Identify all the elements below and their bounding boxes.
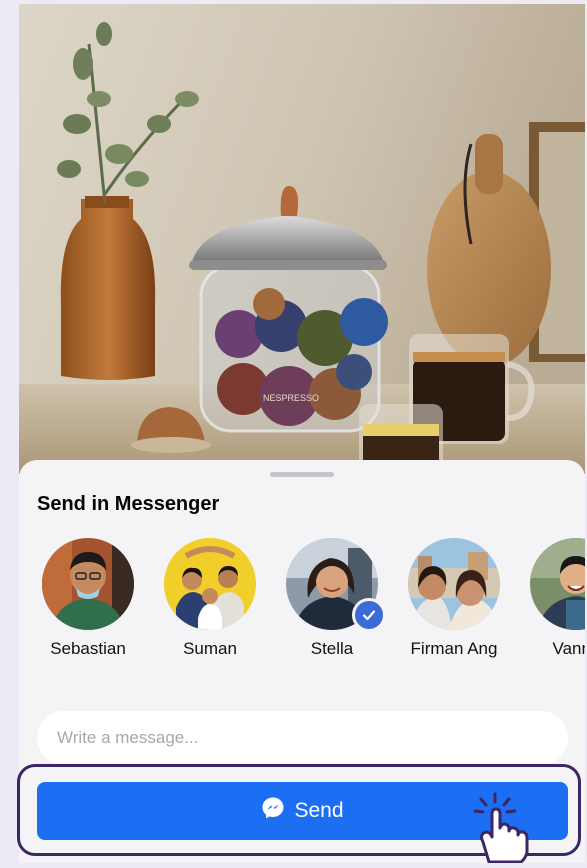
contact-sebastian[interactable]: Sebastian bbox=[33, 538, 143, 659]
drag-handle[interactable] bbox=[270, 472, 334, 477]
message-input[interactable] bbox=[55, 727, 539, 749]
contact-name: Firman Ang bbox=[410, 639, 498, 658]
avatar bbox=[530, 538, 585, 630]
phone-screen: NESPRESSO Send in Messenger Sebastian Su… bbox=[19, 4, 585, 863]
contact-name: Vanny bbox=[552, 639, 585, 658]
contact-suman[interactable]: Suman bbox=[155, 538, 265, 659]
send-button-label: Send bbox=[294, 799, 344, 822]
tap-hand-icon bbox=[455, 790, 535, 868]
nespresso-capsule-text: NESPRESSO bbox=[263, 393, 319, 403]
avatar bbox=[408, 538, 500, 630]
message-box[interactable] bbox=[37, 711, 568, 765]
contacts-row: Sebastian Suman Stella Firman Ang Van bbox=[19, 538, 585, 668]
contact-vanny[interactable]: Vanny bbox=[521, 538, 585, 659]
contact-firman-ang[interactable]: Firman Ang bbox=[399, 538, 509, 659]
contact-name: Suman bbox=[183, 639, 237, 658]
avatar bbox=[164, 538, 256, 630]
contact-stella[interactable]: Stella bbox=[277, 538, 387, 659]
sheet-title: Send in Messenger bbox=[37, 493, 220, 515]
messenger-icon bbox=[261, 796, 285, 826]
avatar bbox=[42, 538, 134, 630]
selected-check-icon bbox=[352, 598, 386, 632]
shared-photo: NESPRESSO bbox=[19, 4, 585, 474]
contact-name: Stella bbox=[310, 639, 354, 658]
contact-name: Sebastian bbox=[50, 639, 126, 658]
